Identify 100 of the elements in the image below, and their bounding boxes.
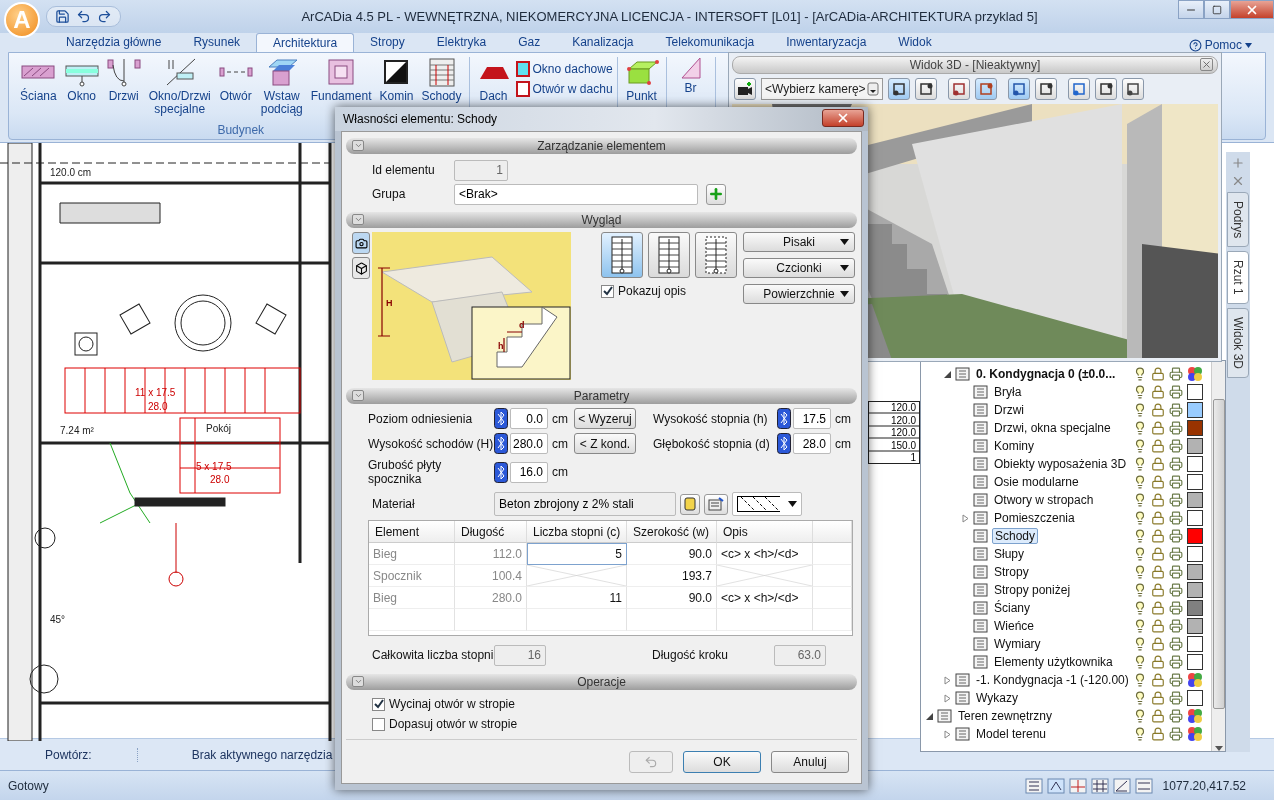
printer-icon[interactable] bbox=[1169, 709, 1183, 723]
view-tool-button[interactable] bbox=[948, 78, 970, 100]
printer-icon[interactable] bbox=[1169, 727, 1183, 741]
tree-item[interactable]: Słupy bbox=[921, 545, 1211, 563]
undo-icon[interactable] bbox=[76, 9, 91, 24]
status-toggle-icon[interactable] bbox=[1024, 777, 1043, 794]
save-icon[interactable] bbox=[55, 9, 70, 24]
number-field[interactable]: 16.0 bbox=[510, 461, 548, 483]
material-button[interactable] bbox=[680, 493, 700, 515]
tree-item[interactable]: Kominy bbox=[921, 437, 1211, 455]
table-cell[interactable]: 100.4 bbox=[455, 565, 527, 587]
tree-item[interactable]: Schody bbox=[921, 527, 1211, 545]
side-tab[interactable]: Rzut 1 bbox=[1227, 251, 1249, 305]
printer-icon[interactable] bbox=[1169, 385, 1183, 399]
bulb-icon[interactable] bbox=[1133, 403, 1147, 417]
bulb-icon[interactable] bbox=[1133, 421, 1147, 435]
color-swatch[interactable] bbox=[1187, 618, 1203, 634]
tree-item[interactable]: Model terenu bbox=[921, 725, 1211, 743]
printer-icon[interactable] bbox=[1169, 601, 1183, 615]
lock-icon[interactable] bbox=[1151, 403, 1165, 417]
color-swatch[interactable] bbox=[1187, 546, 1203, 562]
lock-icon[interactable] bbox=[1151, 727, 1165, 741]
tree-item[interactable]: Stropy bbox=[921, 563, 1211, 581]
expand-icon[interactable] bbox=[943, 675, 952, 685]
checkbox[interactable]: Wycinaj otwór w stropie bbox=[372, 697, 515, 711]
help-menu[interactable]: Pomoc bbox=[1188, 38, 1252, 52]
printer-icon[interactable] bbox=[1169, 493, 1183, 507]
lock-icon[interactable] bbox=[1151, 511, 1165, 525]
table-cell[interactable]: 5 bbox=[527, 543, 627, 565]
lock-icon[interactable] bbox=[1151, 565, 1165, 579]
color-swatch[interactable] bbox=[1187, 420, 1203, 436]
ribbon-button[interactable]: Wstaw podciąg bbox=[257, 57, 306, 116]
tree-item[interactable]: Teren zewnętrzny bbox=[921, 707, 1211, 725]
table-cell[interactable]: 112.0 bbox=[455, 543, 527, 565]
bulb-icon[interactable] bbox=[1133, 601, 1147, 615]
palette-icon[interactable] bbox=[1187, 672, 1203, 688]
section-header[interactable]: Operacje bbox=[346, 674, 857, 690]
expand-icon[interactable] bbox=[943, 693, 952, 703]
close-button[interactable] bbox=[1200, 58, 1213, 71]
ribbon-tab[interactable]: Kanalizacja bbox=[556, 33, 650, 52]
lock-icon[interactable] bbox=[1151, 673, 1165, 687]
table-cell[interactable]: 90.0 bbox=[627, 587, 717, 609]
collapse-icon[interactable] bbox=[943, 369, 952, 379]
maximize-button[interactable] bbox=[1204, 0, 1230, 19]
printer-icon[interactable] bbox=[1169, 367, 1183, 381]
printer-icon[interactable] bbox=[1169, 421, 1183, 435]
lock-icon[interactable] bbox=[1151, 691, 1165, 705]
bulb-icon[interactable] bbox=[1133, 529, 1147, 543]
spin-icon[interactable] bbox=[777, 408, 791, 429]
lock-icon[interactable] bbox=[1151, 655, 1165, 669]
material-select[interactable]: Beton zbrojony z 2% stali bbox=[494, 492, 676, 516]
ribbon-tab[interactable]: Rysunek bbox=[177, 33, 257, 52]
tree-item[interactable]: Drzwi bbox=[921, 401, 1211, 419]
ribbon-tab[interactable]: Narzędzia główne bbox=[50, 33, 178, 52]
number-field[interactable]: 28.0 bbox=[793, 433, 831, 454]
section-header[interactable]: Zarządzanie elementem bbox=[346, 138, 857, 154]
ribbon-tab[interactable]: Gaz bbox=[502, 33, 557, 52]
spin-icon[interactable] bbox=[777, 433, 791, 454]
side-tab[interactable]: Widok 3D bbox=[1227, 308, 1249, 379]
bulb-icon[interactable] bbox=[1133, 583, 1147, 597]
table-cell[interactable]: Bieg bbox=[369, 543, 455, 565]
view-mode-button[interactable] bbox=[648, 232, 690, 278]
status-toggle-icon[interactable] bbox=[1046, 777, 1065, 794]
palette-icon[interactable] bbox=[1187, 726, 1203, 742]
ribbon-button[interactable]: Dach bbox=[473, 57, 514, 103]
lock-icon[interactable] bbox=[1151, 547, 1165, 561]
lock-icon[interactable] bbox=[1151, 493, 1165, 507]
color-swatch[interactable] bbox=[1187, 510, 1203, 526]
color-swatch[interactable] bbox=[1187, 384, 1203, 400]
ribbon-tab[interactable]: Architektura bbox=[256, 33, 355, 52]
lock-icon[interactable] bbox=[1151, 637, 1165, 651]
lock-icon[interactable] bbox=[1151, 457, 1165, 471]
table-cell[interactable]: 280.0 bbox=[455, 587, 527, 609]
view-tool-button[interactable] bbox=[1122, 78, 1144, 100]
action-button[interactable]: < Z kond. bbox=[574, 433, 636, 454]
lock-icon[interactable] bbox=[1151, 439, 1165, 453]
cancel-button[interactable]: Anuluj bbox=[771, 750, 849, 773]
tree-item[interactable]: Osie modularne bbox=[921, 473, 1211, 491]
dropdown-button[interactable]: Powierzchnie bbox=[743, 284, 855, 304]
ribbon-button[interactable]: Ściana bbox=[17, 57, 60, 103]
ribbon-button[interactable]: Okno bbox=[61, 57, 102, 103]
printer-icon[interactable] bbox=[1169, 403, 1183, 417]
bulb-icon[interactable] bbox=[1133, 655, 1147, 669]
bulb-icon[interactable] bbox=[1133, 457, 1147, 471]
tree-item[interactable]: Bryła bbox=[921, 383, 1211, 401]
table-cell[interactable]: Spocznik bbox=[369, 565, 455, 587]
scrollbar[interactable] bbox=[1211, 361, 1225, 751]
tree-item[interactable]: Wymiary bbox=[921, 635, 1211, 653]
lock-icon[interactable] bbox=[1151, 529, 1165, 543]
printer-icon[interactable] bbox=[1169, 673, 1183, 687]
ribbon-button[interactable]: Schody bbox=[418, 57, 465, 103]
close-button[interactable] bbox=[822, 109, 864, 127]
lock-icon[interactable] bbox=[1151, 583, 1165, 597]
scroll-down-icon[interactable] bbox=[1214, 746, 1223, 751]
color-swatch[interactable] bbox=[1187, 528, 1203, 544]
printer-icon[interactable] bbox=[1169, 637, 1183, 651]
tree-item[interactable]: -1. Kondygnacja -1 (-120.00) bbox=[921, 671, 1211, 689]
view-tool-button[interactable] bbox=[1035, 78, 1057, 100]
number-field[interactable]: 280.0 bbox=[510, 433, 548, 454]
status-toggle-icon[interactable] bbox=[1090, 777, 1109, 794]
